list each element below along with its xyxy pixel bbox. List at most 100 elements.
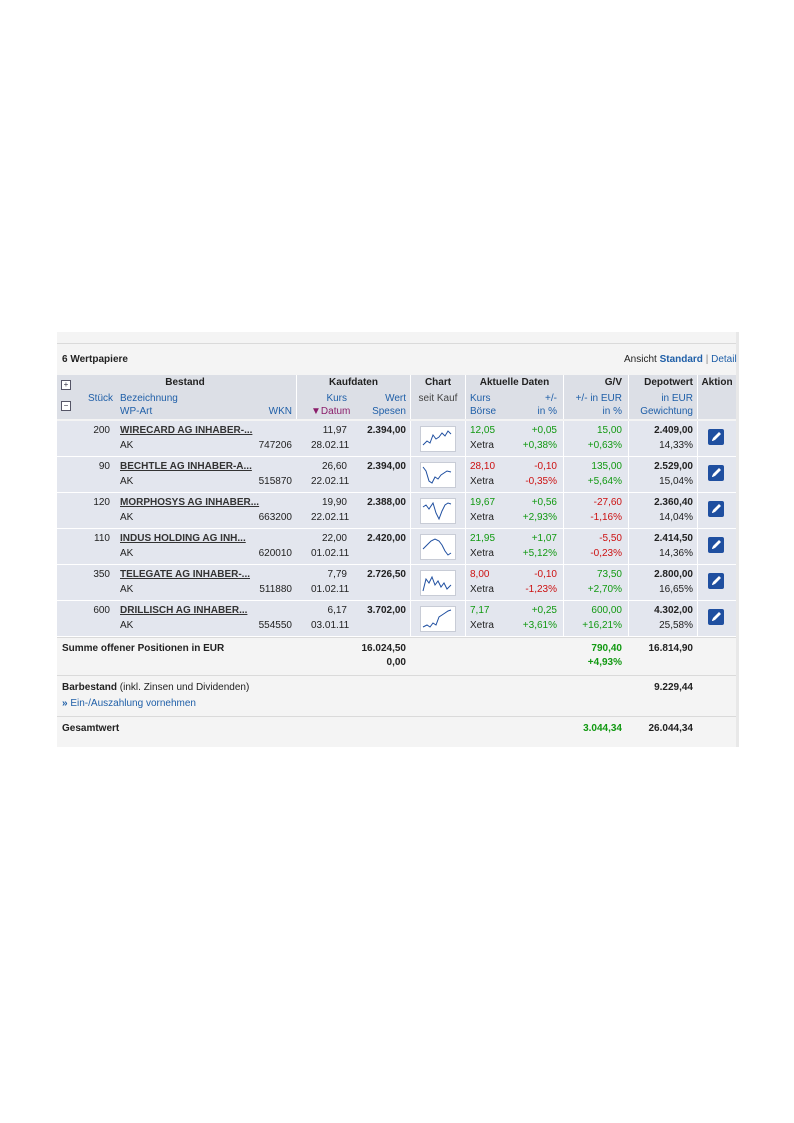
triangle-down-icon: ▼ — [311, 406, 321, 417]
cell-wert: 2.420,00 — [367, 533, 406, 544]
cell-akt-kurs: 21,95 — [470, 533, 496, 544]
cell-wkn: 554550 — [258, 620, 292, 631]
col-gewichtung[interactable]: Gewichtung — [629, 406, 693, 418]
col-wkn[interactable]: WKN — [250, 406, 292, 418]
cell-akt-kurs: 8,00 — [470, 569, 490, 580]
cell-depotwert: 4.302,00 — [654, 605, 693, 616]
cell-gv: 600,00 — [591, 605, 622, 616]
cell-wert: 2.394,00 — [367, 425, 406, 436]
edit-pen-icon[interactable] — [708, 573, 724, 589]
col-boerse[interactable]: Börse — [470, 406, 496, 418]
security-name-link[interactable]: WIRECARD AG INHABER-... — [120, 425, 252, 437]
col-datum[interactable]: ▼Datum — [311, 406, 350, 418]
security-name-link[interactable]: INDUS HOLDING AG INH... — [120, 533, 246, 545]
view-detail-link[interactable]: Detail — [711, 354, 737, 365]
cell-divider — [410, 565, 411, 600]
cell-datum: 22.02.11 — [311, 512, 350, 523]
cell-plusminus-pct: +3,61% — [522, 620, 557, 631]
minus-box-icon[interactable]: − — [61, 401, 71, 411]
summary-depot: 16.814,90 — [648, 643, 694, 654]
col-wp-art[interactable]: WP-Art — [120, 406, 152, 418]
col-gv-eur[interactable]: +/- in EUR — [564, 393, 622, 405]
security-name-link[interactable]: MORPHOSYS AG INHABER... — [120, 497, 259, 509]
cell-gewichtung: 15,04% — [659, 476, 693, 487]
summary-spesen: 0,00 — [386, 657, 406, 668]
cell-akt-kurs: 7,17 — [470, 605, 490, 616]
cell-wp-art: AK — [120, 440, 134, 451]
col-spesen[interactable]: Spesen — [360, 406, 406, 418]
security-name-link[interactable]: DRILLISCH AG INHABER... — [120, 605, 247, 617]
mini-chart[interactable] — [420, 606, 456, 632]
cell-datum: 01.02.11 — [311, 584, 350, 595]
cell-divider — [465, 565, 466, 600]
summary-gv: 790,40 — [591, 643, 622, 654]
cell-plusminus: -0,10 — [534, 569, 557, 580]
security-name-link[interactable]: BECHTLE AG INHABER-A... — [120, 461, 252, 473]
cell-plusminus: +0,25 — [531, 605, 557, 616]
mini-chart[interactable] — [420, 498, 456, 524]
cell-wp-art: AK — [120, 620, 134, 631]
edit-pen-icon[interactable] — [708, 501, 724, 517]
view-switcher: Ansicht Standard | Detail — [624, 354, 737, 366]
cell-gv-pct: +2,70% — [587, 584, 622, 595]
mini-chart[interactable] — [420, 462, 456, 488]
cell-depotwert: 2.414,50 — [654, 533, 693, 544]
col-kurs[interactable]: Kurs — [300, 393, 347, 405]
col-bezeichnung[interactable]: Bezeichnung — [120, 393, 178, 405]
cell-akt-kurs: 12,05 — [470, 425, 496, 436]
cell-divider — [410, 421, 411, 456]
col-pct[interactable]: in % — [520, 406, 557, 418]
cell-plusminus: +1,07 — [531, 533, 557, 544]
cell-wert: 3.702,00 — [367, 605, 406, 616]
cell-gewichtung: 14,33% — [659, 440, 693, 451]
security-name-link[interactable]: TELEGATE AG INHABER-... — [120, 569, 250, 581]
mini-chart[interactable] — [420, 570, 456, 596]
cell-gv-pct: -0,23% — [590, 548, 622, 559]
view-standard-link[interactable]: Standard — [660, 354, 703, 365]
cell-boerse: Xetra — [470, 512, 494, 523]
cell-kauf-kurs: 6,17 — [327, 605, 347, 616]
cell-boerse: Xetra — [470, 476, 494, 487]
edit-pen-icon[interactable] — [708, 465, 724, 481]
cell-divider — [697, 493, 698, 528]
cell-divider — [697, 565, 698, 600]
cell-akt-kurs: 19,67 — [470, 497, 496, 508]
summary-wert: 16.024,50 — [361, 643, 407, 654]
total-label: Gesamtwert — [62, 723, 120, 734]
col-depot-eur[interactable]: in EUR — [629, 393, 693, 405]
cash-label: Barbestand (inkl. Zinsen und Dividenden) — [62, 682, 250, 693]
col-akt-kurs[interactable]: Kurs — [470, 393, 491, 405]
col-stueck[interactable]: Stück — [88, 393, 113, 405]
col-wert[interactable]: Wert — [360, 393, 406, 405]
cell-kauf-kurs: 7,79 — [327, 569, 347, 580]
cash-transaction-link[interactable]: » Ein-/Auszahlung vornehmen — [62, 698, 196, 710]
col-aktuelle-daten: Aktuelle Daten — [479, 377, 550, 388]
cell-wkn: 515870 — [258, 476, 292, 487]
cell-divider — [697, 457, 698, 492]
cell-stueck: 110 — [94, 533, 110, 544]
double-chevron-icon: » — [62, 698, 68, 709]
edit-pen-icon[interactable] — [708, 429, 724, 445]
cell-divider — [697, 529, 698, 564]
cell-divider — [465, 457, 466, 492]
cell-gewichtung: 14,36% — [659, 548, 693, 559]
cell-plusminus-pct: -0,35% — [525, 476, 557, 487]
mini-chart[interactable] — [420, 426, 456, 452]
cell-datum: 28.02.11 — [311, 440, 350, 451]
cell-plusminus-pct: -1,23% — [525, 584, 557, 595]
total-divider — [57, 716, 736, 717]
cell-boerse: Xetra — [470, 548, 494, 559]
mini-chart[interactable] — [420, 534, 456, 560]
cell-stueck: 90 — [98, 461, 110, 472]
cell-depotwert: 2.409,00 — [654, 425, 693, 436]
col-bestand: Bestand — [165, 377, 205, 388]
edit-pen-icon[interactable] — [708, 609, 724, 625]
col-gv: G/V — [604, 377, 622, 388]
plus-box-icon[interactable]: + — [61, 380, 71, 390]
edit-pen-icon[interactable] — [708, 537, 724, 553]
cell-datum: 22.02.11 — [311, 476, 350, 487]
cell-gv-pct: +16,21% — [582, 620, 622, 631]
col-plusminus[interactable]: +/- — [520, 393, 557, 405]
cell-gv-pct: +0,63% — [587, 440, 622, 451]
col-gv-pct[interactable]: in % — [564, 406, 622, 418]
